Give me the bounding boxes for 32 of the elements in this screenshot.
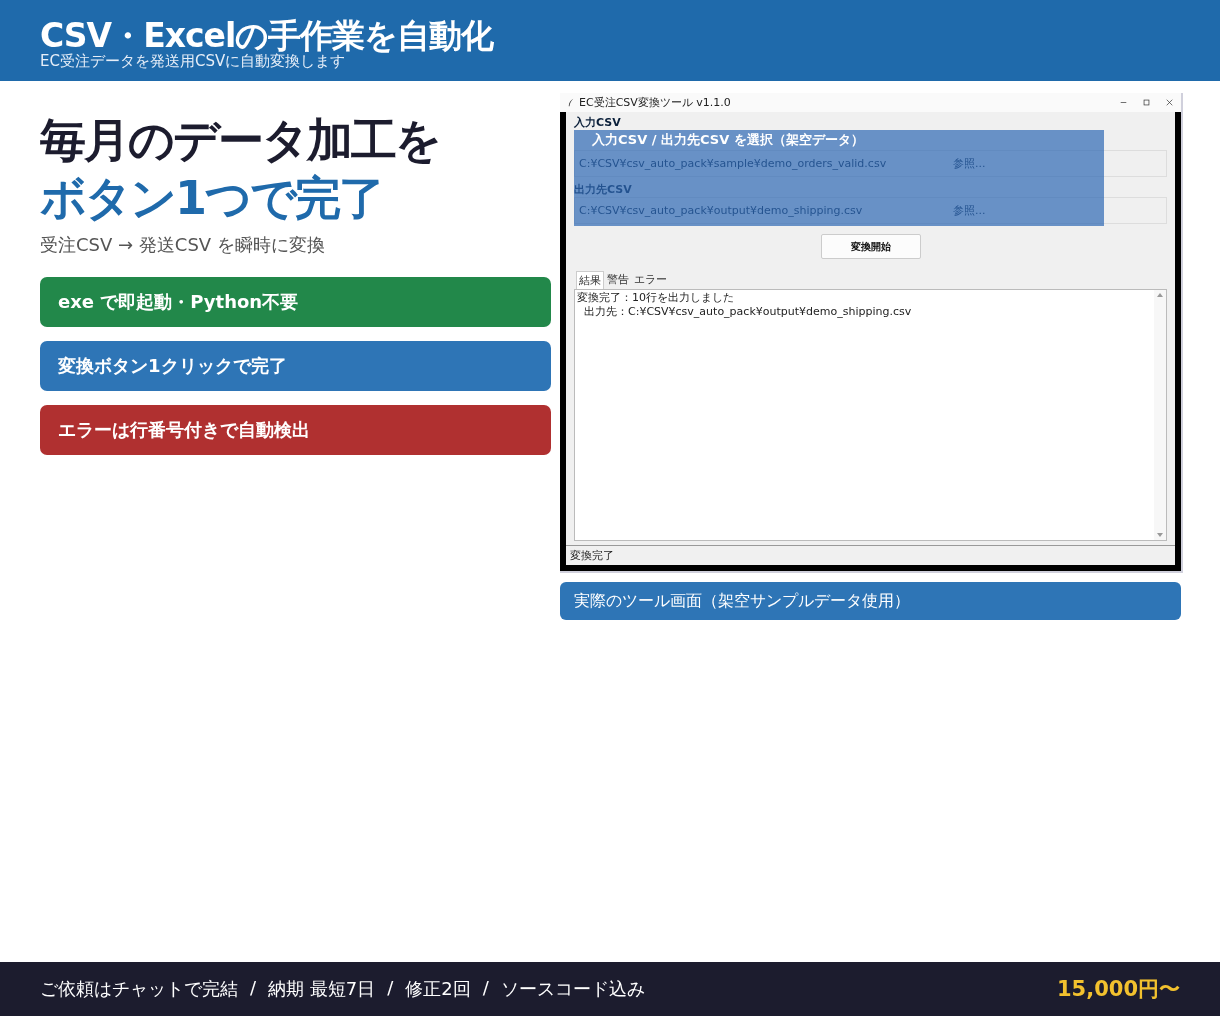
scroll-up-icon[interactable] [1157, 293, 1163, 297]
tab[interactable]: エラー [632, 271, 669, 289]
scrollbar[interactable] [1154, 290, 1166, 540]
scroll-down-icon[interactable] [1157, 533, 1163, 537]
tab[interactable]: 結果 [576, 271, 604, 289]
field-label: 出力先CSV [574, 183, 633, 197]
screenshot-caption: 実際のツール画面（架空サンプルデータ使用） [560, 582, 1181, 620]
separator: / [387, 977, 394, 1000]
separator: / [482, 977, 489, 1000]
footer-text: ソースコード込み [500, 977, 645, 1001]
footer-text: 修正2回 [405, 977, 471, 1001]
headline: ボタン1つで完了 [40, 170, 384, 227]
close-icon[interactable] [1166, 99, 1173, 106]
headline-subtext: 受注CSV → 発送CSV を瞬時に変換 [40, 233, 326, 257]
feature-banner: exe で即起動・Python不要 [40, 277, 551, 327]
page-subtitle: EC受注データを発送用CSVに自動変換します [40, 52, 347, 70]
convert-button[interactable]: 変換開始 [820, 234, 921, 259]
feature-banner: 変換ボタン1クリックで完了 [40, 341, 551, 391]
price-text: 15,000円〜 [1056, 976, 1180, 1003]
window-title: EC受注CSV変換ツール v1.1.0 [579, 95, 732, 110]
feature-banner: エラーは行番号付きで自動検出 [40, 405, 551, 455]
maximize-icon[interactable] [1143, 99, 1150, 106]
headline: 毎月のデータ加工を [40, 112, 441, 169]
footer-text: 納期 最短7日 [268, 977, 376, 1001]
status-bar: 変換完了 [566, 545, 1175, 565]
tab[interactable]: 警告 [605, 271, 631, 289]
footer-text: ご依頼はチャットで完結 [40, 977, 238, 1001]
log-line: 変換完了：10行を出力しました [577, 291, 735, 305]
field-label: 入力CSV [574, 116, 622, 130]
separator: / [250, 977, 257, 1000]
minimize-icon[interactable] [1120, 99, 1127, 106]
log-line: 出力先：C:¥CSV¥csv_auto_pack¥output¥demo_shipping.csv [583, 305, 913, 319]
